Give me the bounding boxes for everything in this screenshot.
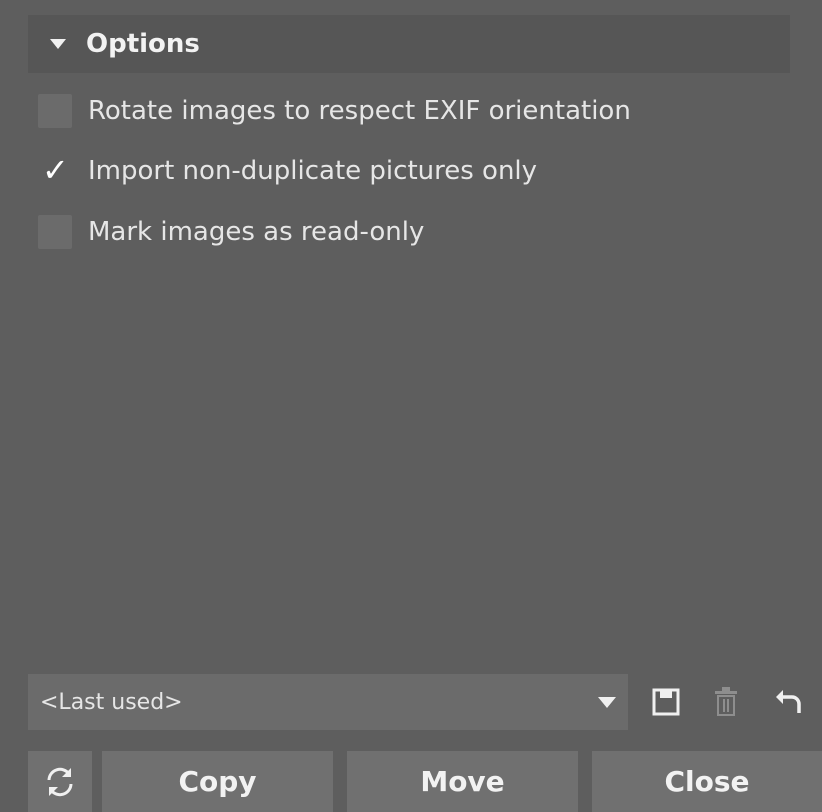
- undo-icon: [776, 690, 801, 713]
- section-title: Options: [86, 29, 200, 59]
- checkmark-icon: ✓: [42, 151, 69, 189]
- refresh-icon: [47, 767, 73, 796]
- option-read-only[interactable]: Mark images as read-only: [38, 212, 424, 252]
- non-duplicate-checkbox[interactable]: ✓: [38, 151, 72, 189]
- top-strip: [0, 0, 822, 12]
- preset-dropdown[interactable]: <Last used>: [28, 674, 628, 730]
- caret-down-icon: [50, 39, 66, 49]
- preset-value: <Last used>: [40, 689, 183, 715]
- rotate-exif-label: Rotate images to respect EXIF orientatio…: [88, 96, 631, 126]
- reset-preset-button[interactable]: [768, 682, 808, 722]
- reload-button[interactable]: [28, 751, 92, 812]
- trash-icon: [715, 687, 737, 716]
- read-only-checkbox[interactable]: [38, 215, 72, 249]
- save-icon: [652, 688, 680, 716]
- option-rotate-exif[interactable]: Rotate images to respect EXIF orientatio…: [38, 91, 631, 131]
- close-button[interactable]: Close: [592, 751, 822, 812]
- rotate-exif-checkbox[interactable]: [38, 94, 72, 128]
- option-non-duplicate[interactable]: ✓ Import non-duplicate pictures only: [38, 151, 537, 191]
- save-preset-button[interactable]: [646, 682, 686, 722]
- copy-button[interactable]: Copy: [102, 751, 333, 812]
- move-button[interactable]: Move: [347, 751, 578, 812]
- delete-preset-button[interactable]: [706, 682, 746, 722]
- dropdown-caret-icon: [598, 696, 616, 708]
- options-section-header[interactable]: Options: [28, 15, 790, 73]
- non-duplicate-label: Import non-duplicate pictures only: [88, 156, 538, 186]
- read-only-label: Mark images as read-only: [88, 217, 425, 247]
